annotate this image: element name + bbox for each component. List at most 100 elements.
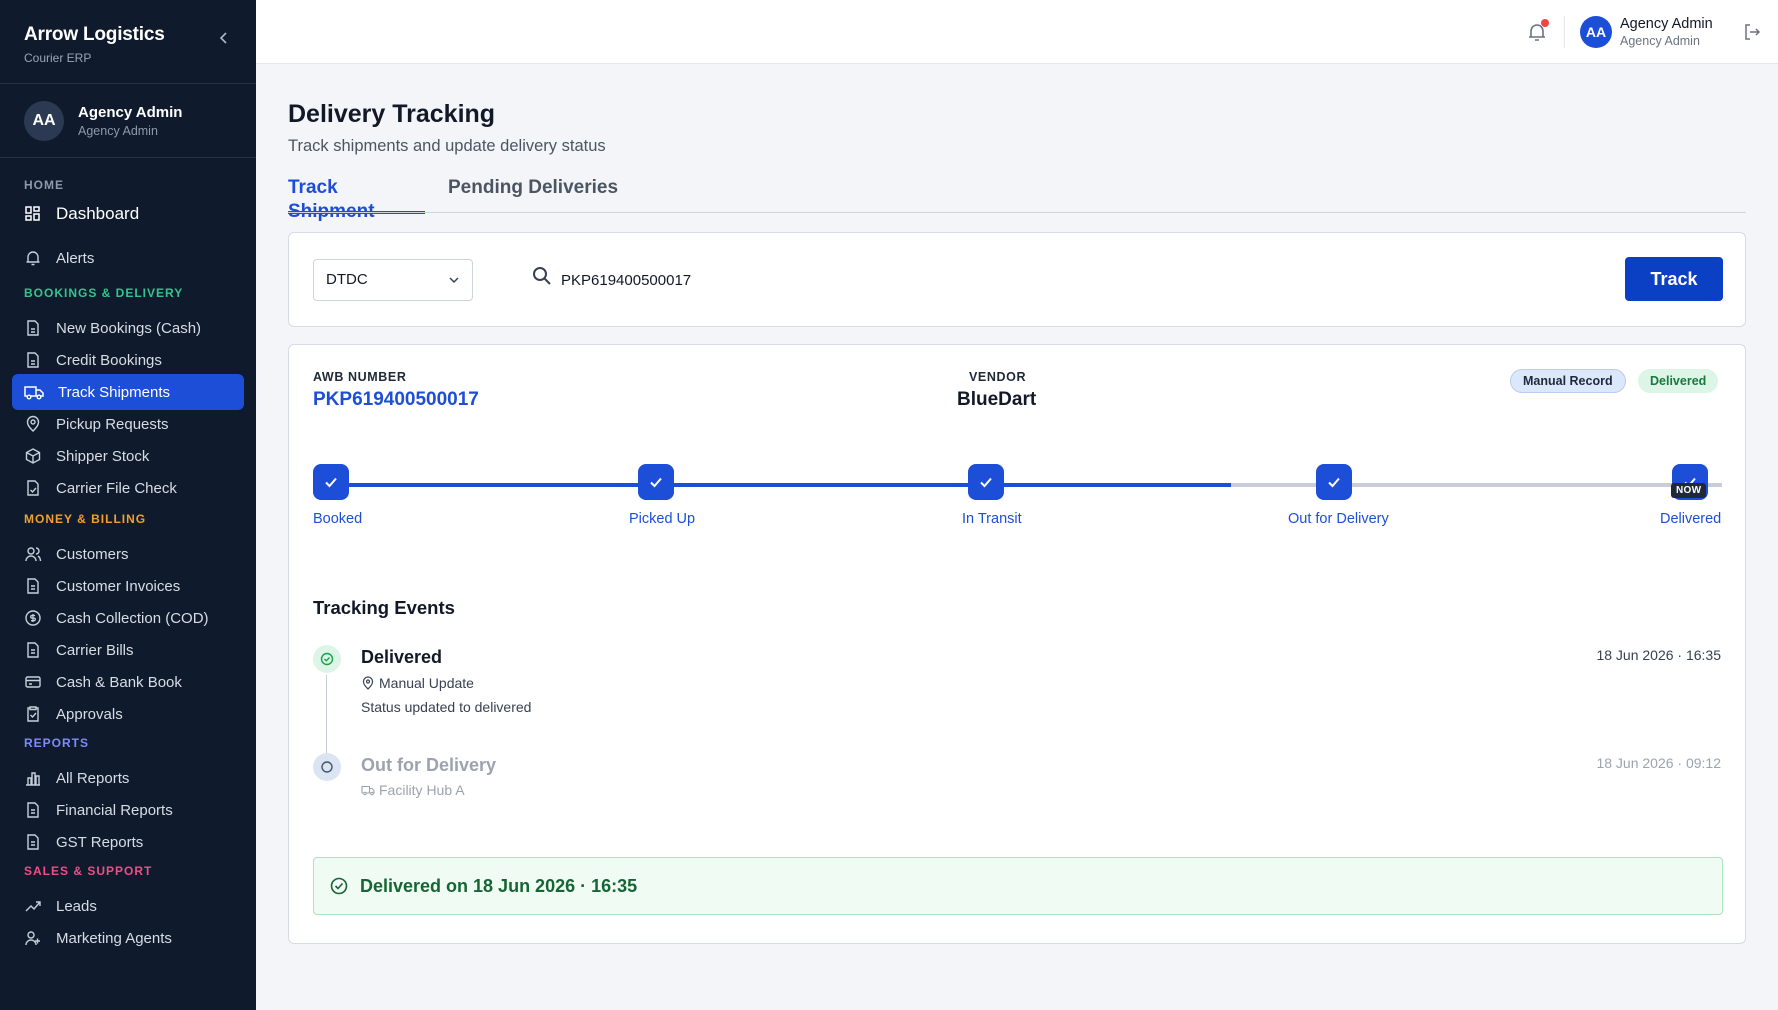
sidebar-item-label: Marketing Agents [56,929,172,947]
sidebar-item-cash-bank-book[interactable]: Cash & Bank Book [12,664,244,700]
sidebar-item-label: Alerts [56,249,95,267]
tracking-events-title: Tracking Events [313,597,455,618]
carrier-select[interactable]: DTDC [313,259,473,301]
progress-line-complete [331,483,1231,487]
page-title: Delivery Tracking [288,100,496,128]
tracking-result-card: AWB NUMBER PKP619400500017 VENDOR BlueDa… [288,344,1746,944]
sidebar-item-label: Track Shipments [58,383,170,401]
sidebar-item-gst-reports[interactable]: GST Reports [12,824,244,860]
manual-record-badge: Manual Record [1510,369,1626,393]
step-in-transit-check [968,464,1004,500]
track-button[interactable]: Track [1625,257,1723,301]
sidebar-item-label: Customer Invoices [56,577,181,595]
step-picked-up-check [638,464,674,500]
receipt-icon [27,642,39,658]
sidebar-item-alerts[interactable]: Alerts [12,240,244,276]
avatar: AA [24,100,64,141]
sidebar-item-customers[interactable]: Customers [12,536,244,572]
box-icon [25,448,41,464]
event-location: Manual Update [361,675,474,691]
sidebar-user: AA Agency Admin Agency Admin [0,84,256,158]
chevron-left-icon[interactable] [218,32,230,44]
section-sales: SALES & SUPPORT [24,864,153,878]
sidebar-item-carrier-bills[interactable]: Carrier Bills [12,632,244,668]
step-label: Booked [313,511,363,527]
sidebar-item-label: Financial Reports [56,801,173,819]
check-circle-icon [330,877,348,895]
sidebar-item-carrier-file-check[interactable]: Carrier File Check [12,470,244,506]
delivered-banner-text: Delivered on 18 Jun 2026 · 16:35 [360,875,638,896]
check-icon [1328,477,1340,488]
sidebar-item-label: GST Reports [56,833,144,851]
dollar-circle-icon [25,610,41,626]
user-name: Agency Admin [78,103,183,121]
awb-search-input[interactable] [561,261,1361,299]
document-icon [27,834,39,850]
event-status: Delivered [361,647,443,667]
credit-card-icon [25,676,41,688]
status-badge: Delivered [1638,369,1719,393]
trending-up-icon [25,901,41,912]
vendor-label: VENDOR [969,370,1027,384]
sidebar-item-marketing-agents[interactable]: Marketing Agents [12,920,244,956]
invoice-icon [27,578,39,594]
logout-icon[interactable] [1742,22,1762,42]
top-bar: AA Agency Admin Agency Admin [256,0,1778,64]
user-group-icon [25,931,40,946]
event-done-icon [313,645,341,673]
sidebar-item-leads[interactable]: Leads [12,888,244,924]
sidebar-item-cash-collection[interactable]: Cash Collection (COD) [12,600,244,636]
sidebar-item-label: Dashboard [56,204,140,223]
tab-track-shipment[interactable]: Track Shipment [288,176,425,222]
users-icon [25,547,42,562]
map-pin-icon [362,676,374,690]
sidebar-item-pickup-requests[interactable]: Pickup Requests [12,406,244,442]
file-check-icon [27,480,39,496]
sidebar-item-customer-invoices[interactable]: Customer Invoices [12,568,244,604]
sidebar-item-credit-bookings[interactable]: Credit Bookings [12,342,244,378]
sidebar-item-all-reports[interactable]: All Reports [12,760,244,796]
sidebar-item-new-bookings[interactable]: New Bookings (Cash) [12,310,244,346]
sidebar-item-label: Shipper Stock [56,447,150,465]
awb-number[interactable]: PKP619400500017 [313,389,479,411]
sidebar-item-dashboard[interactable]: Dashboard [12,196,244,232]
notification-dot [1541,19,1549,27]
check-icon [325,477,337,488]
event-time: 18 Jun 2026 · 16:35 [1596,647,1721,663]
event-location: Facility Hub A [361,782,465,798]
clipboard-check-icon [27,706,39,722]
search-card: DTDC Track [288,232,1746,327]
progress-line-remaining [1231,483,1722,487]
document-icon [27,320,39,336]
step-label: Out for Delivery [1288,511,1389,527]
page-subtitle: Track shipments and update delivery stat… [288,137,606,155]
step-out-for-delivery-check [1316,464,1352,500]
now-tag: NOW [1671,483,1707,498]
brand-subtitle: Courier ERP [24,51,92,65]
event-time: 18 Jun 2026 · 09:12 [1596,755,1721,771]
divider [1564,16,1565,48]
sidebar-item-label: Carrier Bills [56,641,134,659]
bell-icon [26,251,40,266]
awb-label: AWB NUMBER [313,370,407,384]
tab-pending-deliveries[interactable]: Pending Deliveries [448,176,618,214]
event-pending-icon [313,753,341,781]
sidebar-item-label: Credit Bookings [56,351,162,369]
sidebar-item-label: All Reports [56,769,130,787]
top-user-name: Agency Admin [1620,16,1713,32]
sidebar-item-financial-reports[interactable]: Financial Reports [12,792,244,828]
step-label: Picked Up [629,511,696,527]
vendor-name: BlueDart [957,389,1037,410]
event-description: Status updated to delivered [361,699,532,715]
check-icon [980,477,992,488]
step-booked-check [313,464,349,500]
event-status: Out for Delivery [361,755,497,775]
grid-icon [25,206,40,221]
sidebar-item-label: Approvals [56,705,123,723]
sidebar-item-label: New Bookings (Cash) [56,319,202,337]
avatar[interactable]: AA [1580,16,1612,48]
sidebar-item-label: Carrier File Check [56,479,177,497]
sidebar-item-shipper-stock[interactable]: Shipper Stock [12,438,244,474]
sidebar-item-track-shipments[interactable]: Track Shipments [12,374,244,410]
sidebar-item-approvals[interactable]: Approvals [12,696,244,732]
